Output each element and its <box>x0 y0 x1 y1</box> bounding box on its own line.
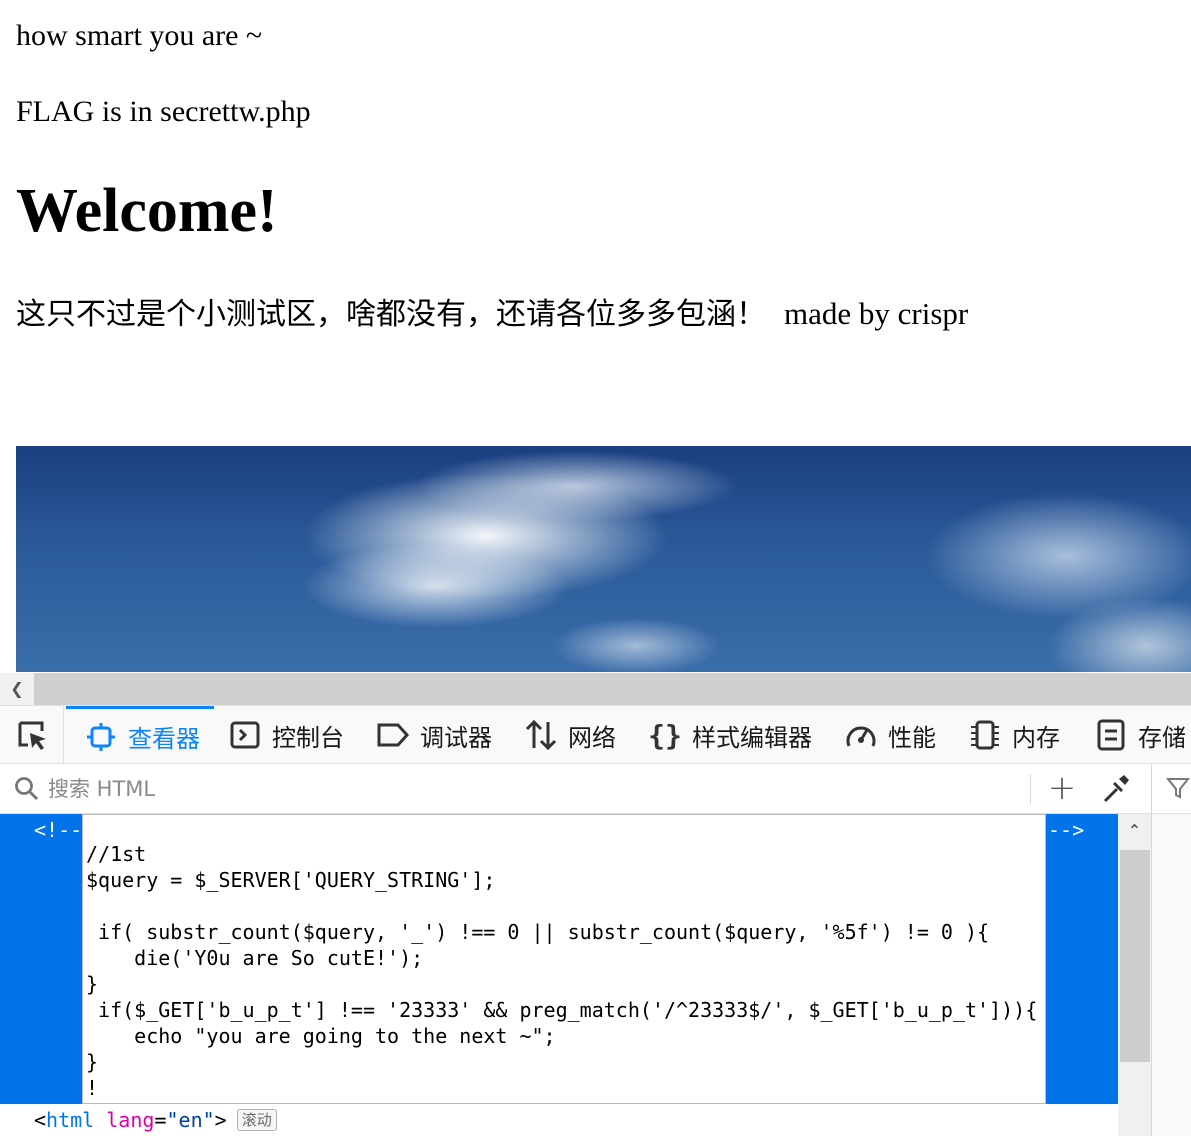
tab-style-editor[interactable]: {} 样式编辑器 <box>648 706 812 764</box>
debugger-icon <box>376 718 410 752</box>
tab-debugger[interactable]: 调试器 <box>376 706 492 764</box>
tag-close-bracket: > <box>214 1108 227 1132</box>
notice-chinese: 这只不过是个小测试区，啥都没有，还请各位多多包涵！ <box>16 297 766 332</box>
network-icon <box>524 718 558 752</box>
add-node-button[interactable]: + <box>1044 770 1080 808</box>
panel-divider <box>1151 764 1152 1136</box>
tab-network-label: 网络 <box>568 723 616 752</box>
scroll-left-arrow-icon[interactable]: ❮ <box>0 673 34 705</box>
tab-performance[interactable]: 性能 <box>844 706 936 764</box>
devtools-tabbar: 查看器 控制台 调试器 网络 {} 样式编辑器 性能 内存 存储 <box>0 706 1191 764</box>
comment-edit-box[interactable]: //1st $query = $_SERVER['QUERY_STRING'];… <box>82 814 1046 1104</box>
selected-node-highlight <box>1046 814 1118 1104</box>
scroll-up-arrow-icon[interactable]: ⌃ <box>1118 814 1151 848</box>
attribute-equals: = <box>154 1108 167 1132</box>
element-picker-button[interactable] <box>0 706 64 764</box>
tab-debugger-label: 调试器 <box>420 723 492 752</box>
search-html-input[interactable] <box>46 772 1016 806</box>
tab-inspector-label: 查看器 <box>128 725 200 753</box>
search-icon <box>15 777 39 801</box>
eyedropper-icon[interactable] <box>1100 773 1130 805</box>
storage-icon <box>1094 718 1128 752</box>
tab-console-label: 控制台 <box>272 723 344 752</box>
tab-inspector[interactable]: 查看器 <box>66 706 214 764</box>
hint-text: how smart you are ~ <box>16 19 263 52</box>
inspector-icon <box>84 720 118 754</box>
scroll-badge[interactable]: 滚动 <box>236 1109 277 1131</box>
tab-network[interactable]: 网络 <box>524 706 616 764</box>
memory-icon <box>968 718 1002 752</box>
filter-icon[interactable] <box>1166 776 1190 800</box>
toolbar-separator <box>1030 774 1031 804</box>
selected-node-highlight <box>0 814 82 1104</box>
tab-style-editor-label: 样式编辑器 <box>692 723 812 752</box>
comment-open-marker: <!-- <box>34 818 83 842</box>
comment-close-marker: --> <box>1048 818 1085 842</box>
console-icon <box>228 718 262 752</box>
performance-icon <box>844 718 878 752</box>
attribute-value[interactable]: "en" <box>166 1108 214 1132</box>
welcome-heading: Welcome! <box>16 177 278 245</box>
web-page: how smart you are ~ FLAG is in secrettw.… <box>0 0 1191 672</box>
html-node-row[interactable]: <html lang="en"> 滚动 <box>0 1104 1118 1136</box>
flag-hint-text: FLAG is in secrettw.php <box>16 95 311 128</box>
devtools-panel: 查看器 控制台 调试器 网络 {} 样式编辑器 性能 内存 存储 搜索 HTML… <box>0 705 1191 1136</box>
markup-view: <!-- --> //1st $query = $_SERVER['QUERY_… <box>0 814 1151 1136</box>
author-credit: made by crispr <box>784 296 969 331</box>
tag-name: html <box>46 1108 95 1132</box>
tab-storage-label: 存储 <box>1138 723 1186 752</box>
notice-text: 这只不过是个小测试区，啥都没有，还请各位多多包涵！ made by crispr <box>16 292 968 337</box>
tab-storage[interactable]: 存储 <box>1094 706 1186 764</box>
tab-memory-label: 内存 <box>1012 723 1060 752</box>
attribute-name[interactable]: lang <box>106 1108 154 1132</box>
comment-source-code[interactable]: //1st $query = $_SERVER['QUERY_STRING'];… <box>83 815 1045 1101</box>
horizontal-scrollbar[interactable]: ❮ <box>0 673 1191 705</box>
tab-console[interactable]: 控制台 <box>228 706 344 764</box>
style-editor-icon: {} <box>648 718 682 752</box>
tab-memory[interactable]: 内存 <box>968 706 1060 764</box>
vertical-scrollbar[interactable]: ⌃ <box>1118 814 1151 1136</box>
tab-performance-label: 性能 <box>888 723 936 752</box>
element-picker-icon <box>18 721 46 750</box>
tag-open-bracket: < <box>34 1108 47 1132</box>
html-search-bar: + <box>0 764 1191 814</box>
sky-image <box>16 446 1191 672</box>
scrollbar-thumb[interactable] <box>1120 850 1150 1062</box>
